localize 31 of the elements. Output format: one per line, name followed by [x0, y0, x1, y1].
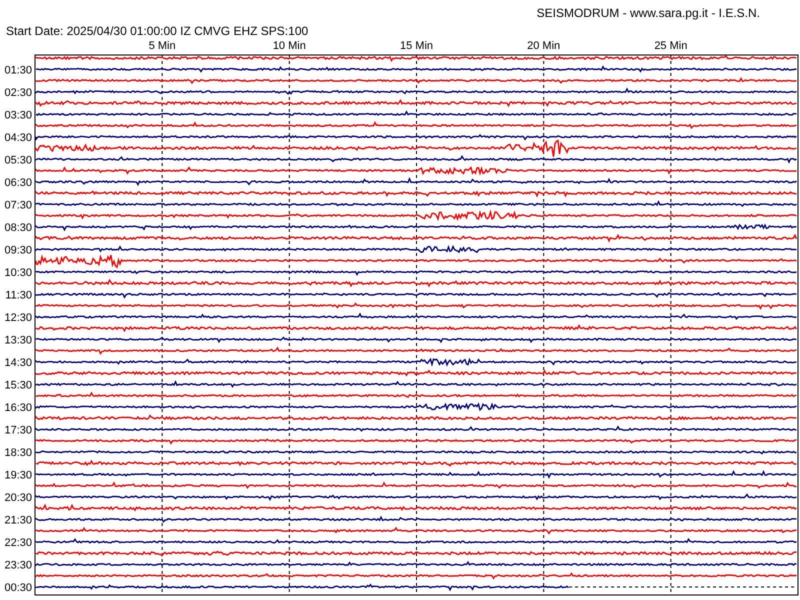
time-label: 22:30 — [4, 536, 32, 549]
time-label: 05:30 — [4, 154, 32, 166]
time-label: 07:30 — [4, 199, 32, 212]
time-label: 02:30 — [4, 86, 32, 99]
minute-label: 15 Min — [400, 40, 434, 52]
time-label: 09:30 — [4, 244, 32, 256]
time-label: 12:30 — [4, 312, 32, 324]
time-label: 14:30 — [4, 356, 32, 369]
time-label: 00:30 — [4, 582, 32, 594]
start-info: Start Date: 2025/04/30 01:00:00 IZ CMVG EHZ SPS:100 — [6, 24, 308, 38]
minute-label: 5 Min — [148, 40, 176, 52]
time-label: 10:30 — [4, 266, 32, 279]
time-label: 13:30 — [4, 334, 32, 346]
time-label: 06:30 — [4, 176, 32, 189]
time-label: 18:30 — [4, 446, 32, 459]
time-label: 04:30 — [4, 132, 32, 144]
time-label: 20:30 — [4, 492, 32, 504]
minute-label: 10 Min — [272, 40, 306, 52]
time-label: 17:30 — [4, 424, 32, 436]
time-label: 11:30 — [5, 289, 32, 302]
time-label: 19:30 — [4, 469, 32, 482]
time-label: 08:30 — [4, 222, 32, 234]
time-label: 16:30 — [4, 402, 32, 414]
time-label: 23:30 — [4, 560, 32, 572]
time-label: 21:30 — [4, 514, 32, 526]
time-label: 15:30 — [4, 379, 32, 392]
time-label: 01:30 — [4, 64, 32, 76]
minute-label: 20 Min — [527, 40, 560, 52]
page-title: SEISMODRUM - www.sara.pg.it - I.E.S.N. — [536, 6, 760, 20]
time-label: 03:30 — [4, 109, 32, 122]
minute-label: 25 Min — [654, 40, 688, 52]
